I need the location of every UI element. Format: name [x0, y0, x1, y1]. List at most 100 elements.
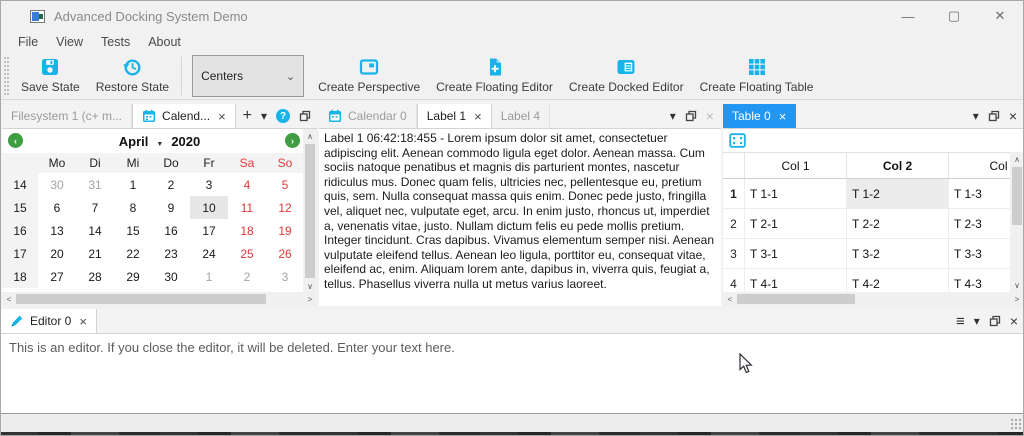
calendar-day-cell[interactable]: 3 [266, 265, 304, 288]
tab-close-icon[interactable]: × [779, 109, 787, 124]
table-cell[interactable]: T 4-2 [847, 269, 949, 292]
calendar-day-cell[interactable]: 23 [152, 242, 190, 265]
calendar-day-cell[interactable]: 28 [76, 265, 114, 288]
tab-filesystem[interactable]: Filesystem 1 (c+ m... [2, 104, 132, 128]
table-cell[interactable]: T 1-3 [949, 179, 1010, 209]
undock-icon[interactable] [989, 315, 1001, 327]
hamburger-menu-icon[interactable]: ≡ [956, 313, 965, 330]
calendar-day-cell[interactable]: 30 [152, 265, 190, 288]
menu-item-file[interactable]: File [9, 33, 47, 51]
tab-label4[interactable]: Label 4 [492, 104, 550, 128]
close-dock-icon[interactable]: × [706, 108, 714, 124]
calendar-day-cell[interactable]: 21 [76, 242, 114, 265]
calendar-day-cell[interactable]: 20 [38, 242, 76, 265]
calendar-day-cell[interactable]: 24 [190, 242, 228, 265]
table-cell[interactable]: T 3-3 [949, 239, 1010, 269]
scroll-down-icon[interactable]: ∨ [303, 279, 317, 293]
scroll-right-icon[interactable]: > [1010, 292, 1024, 306]
column-header[interactable]: Col 1 [745, 153, 847, 179]
calendar-vscrollbar[interactable]: ∧ ∨ [303, 129, 317, 293]
maximize-button[interactable]: ▢ [931, 1, 977, 31]
calendar-day-cell[interactable]: 16 [152, 219, 190, 242]
calendar-day-cell[interactable]: 13 [38, 219, 76, 242]
close-dock-icon[interactable]: × [1010, 313, 1018, 329]
calendar-day-cell[interactable]: 12 [266, 196, 304, 219]
undock-icon[interactable] [988, 110, 1000, 122]
scroll-up-icon[interactable]: ∧ [1010, 152, 1024, 166]
menu-item-view[interactable]: View [47, 33, 92, 51]
create-floating-table-button[interactable]: Create Floating Table [692, 54, 822, 99]
minimize-button[interactable]: — [885, 1, 931, 31]
row-header[interactable]: 3 [723, 239, 745, 269]
tab-table0[interactable]: Table 0 × [723, 104, 796, 128]
calendar-day-cell[interactable]: 27 [38, 265, 76, 288]
calendar-day-cell[interactable]: 19 [266, 219, 304, 242]
calendar-year[interactable]: 2020 [171, 134, 200, 149]
calendar-day-cell[interactable]: 1 [114, 173, 152, 196]
calendar-hscrollbar[interactable]: < > [2, 292, 317, 306]
scroll-left-icon[interactable]: < [723, 292, 737, 306]
calendar-month[interactable]: April [119, 134, 149, 149]
calendar-day-cell[interactable]: 8 [114, 196, 152, 219]
create-docked-editor-button[interactable]: Create Docked Editor [561, 54, 692, 99]
undock-icon[interactable] [685, 110, 697, 122]
calendar-day-cell[interactable]: 14 [76, 219, 114, 242]
calendar-day-cell[interactable]: 31 [76, 173, 114, 196]
hscroll-thumb[interactable] [737, 294, 855, 304]
tab-close-icon[interactable]: × [218, 109, 226, 124]
help-icon[interactable]: ? [276, 109, 290, 123]
hscroll-thumb[interactable] [16, 294, 266, 304]
close-dock-icon[interactable]: × [1009, 108, 1017, 124]
table-cell[interactable]: T 1-2 [847, 179, 949, 209]
calendar-day-cell[interactable]: 4 [228, 173, 266, 196]
calendar-day-cell[interactable]: 29 [114, 265, 152, 288]
perspective-combobox[interactable]: Centers ⌄ [192, 55, 304, 97]
table-cell[interactable]: T 2-1 [745, 209, 847, 239]
calendar-day-cell[interactable]: 6 [38, 196, 76, 219]
create-floating-editor-button[interactable]: Create Floating Editor [428, 54, 561, 99]
table-cell[interactable]: T 2-2 [847, 209, 949, 239]
calendar-day-cell[interactable]: 15 [114, 219, 152, 242]
toolbar-drag-handle[interactable] [4, 57, 9, 95]
resize-grip[interactable] [1010, 418, 1022, 430]
select-all-table-icon[interactable] [729, 133, 746, 148]
tab-close-icon[interactable]: × [474, 109, 482, 124]
table-hscrollbar[interactable]: < > [723, 292, 1024, 306]
tab-label1[interactable]: Label 1 × [417, 104, 492, 128]
scroll-left-icon[interactable]: < [2, 292, 16, 306]
tab-menu-dropdown-icon[interactable]: ▾ [670, 109, 676, 123]
table-cell[interactable]: T 4-3 [949, 269, 1010, 292]
scroll-down-icon[interactable]: ∨ [1010, 278, 1024, 292]
close-button[interactable]: ✕ [977, 1, 1023, 31]
tab-close-icon[interactable]: × [79, 314, 87, 329]
tab-calendar0[interactable]: Calendar 0 [319, 104, 417, 128]
row-header[interactable]: 1 [723, 179, 745, 209]
row-header[interactable]: 4 [723, 269, 745, 292]
create-perspective-button[interactable]: Create Perspective [310, 54, 428, 99]
calendar-day-cell[interactable]: 17 [190, 219, 228, 242]
calendar-day-cell[interactable]: 2 [228, 265, 266, 288]
table-cell[interactable]: T 3-1 [745, 239, 847, 269]
table-cell[interactable]: T 2-3 [949, 209, 1010, 239]
vscroll-thumb[interactable] [305, 144, 315, 278]
table-vscrollbar[interactable]: ∧ ∨ [1010, 152, 1024, 292]
save-state-button[interactable]: Save State [13, 54, 88, 99]
calendar-day-cell[interactable]: 5 [266, 173, 304, 196]
calendar-day-cell[interactable]: 26 [266, 242, 304, 265]
tab-editor0[interactable]: Editor 0 × [1, 309, 97, 333]
calendar-day-cell[interactable]: 10 [190, 196, 228, 219]
scroll-up-icon[interactable]: ∧ [303, 129, 317, 143]
scroll-right-icon[interactable]: > [303, 292, 317, 306]
calendar-day-cell[interactable]: 1 [190, 265, 228, 288]
calendar-day-cell[interactable]: 3 [190, 173, 228, 196]
menu-item-about[interactable]: About [139, 33, 190, 51]
tab-menu-dropdown-icon[interactable]: ▾ [974, 314, 980, 328]
menu-item-tests[interactable]: Tests [92, 33, 139, 51]
editor-content[interactable]: This is an editor. If you close the edit… [1, 334, 1024, 413]
table-cell[interactable]: T 1-1 [745, 179, 847, 209]
table-cell[interactable]: T 3-2 [847, 239, 949, 269]
column-header[interactable]: Col 3 [949, 153, 1010, 179]
calendar-day-cell[interactable]: 18 [228, 219, 266, 242]
undock-icon[interactable] [299, 110, 311, 122]
tab-menu-dropdown-icon[interactable]: ▾ [261, 109, 267, 123]
